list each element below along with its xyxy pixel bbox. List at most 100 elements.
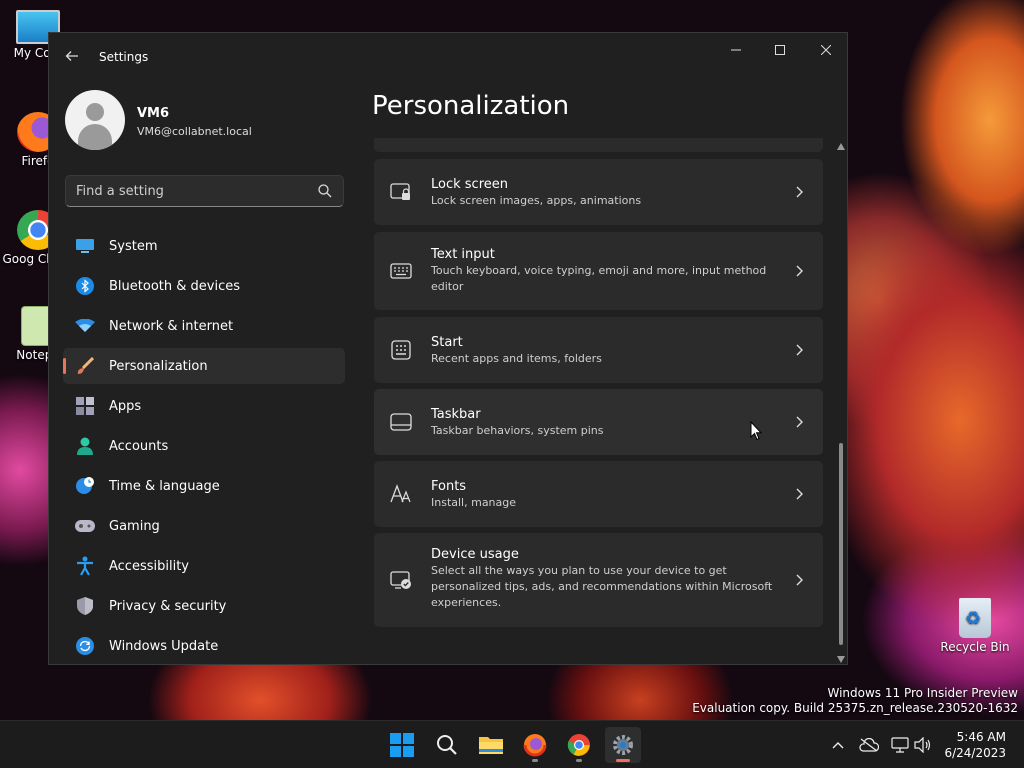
sidebar-item-accessibility[interactable]: Accessibility: [63, 548, 345, 584]
avatar-head: [86, 103, 104, 121]
sidebar-item-personalization[interactable]: Personalization: [63, 348, 345, 384]
sidebar-item-label: Network & internet: [109, 318, 234, 334]
taskbar-firefox[interactable]: [517, 727, 553, 763]
clock-date: 6/24/2023: [944, 746, 1006, 760]
minimize-button[interactable]: [713, 33, 759, 67]
card-title: Device usage: [431, 547, 519, 562]
sidebar-item-gaming[interactable]: Gaming: [63, 508, 345, 544]
chrome-icon: [567, 734, 590, 756]
start-menu-icon: [390, 339, 412, 361]
sidebar-item-label: Accounts: [109, 438, 169, 454]
windows-watermark: Windows 11 Pro Insider Preview Evaluatio…: [692, 686, 1018, 716]
settings-card-device-usage[interactable]: Device usage Select all the ways you plan…: [374, 533, 823, 627]
taskbar-search-button[interactable]: [429, 727, 465, 763]
gamepad-icon: [75, 516, 95, 536]
sidebar-item-label: Windows Update: [109, 638, 219, 654]
brush-icon: [75, 356, 95, 376]
shield-icon: [75, 596, 95, 616]
desktop-icon-recycle-bin[interactable]: ♻ Recycle Bin: [937, 598, 1013, 654]
sidebar-item-accounts[interactable]: Accounts: [63, 428, 345, 464]
sidebar-item-apps[interactable]: Apps: [63, 388, 345, 424]
search-box[interactable]: [65, 175, 344, 207]
monitor-icon: [75, 236, 95, 256]
volume-tray-icon[interactable]: [913, 735, 933, 755]
sidebar-item-label: Privacy & security: [109, 598, 227, 614]
taskbar-icon: [390, 411, 412, 433]
search-icon[interactable]: [317, 183, 333, 199]
recycle-bin-icon: ♻: [959, 598, 991, 638]
sidebar-item-label: Time & language: [109, 478, 220, 494]
globe-clock-icon: [75, 476, 95, 496]
show-hidden-icons-button[interactable]: [828, 735, 848, 755]
sidebar-item-label: Accessibility: [109, 558, 189, 574]
search-icon: [437, 735, 457, 755]
accessibility-icon: [75, 556, 95, 576]
update-icon: [75, 636, 95, 656]
minimize-icon: [731, 49, 741, 51]
account-email: VM6@collabnet.local: [137, 125, 252, 138]
card-description: Taskbar behaviors, system pins: [431, 424, 604, 437]
sidebar-item-label: Bluetooth & devices: [109, 278, 240, 294]
close-button[interactable]: [803, 33, 847, 67]
taskbar-settings[interactable]: [605, 727, 641, 763]
sidebar-item-network[interactable]: Network & internet: [63, 308, 345, 344]
sidebar-item-bluetooth[interactable]: Bluetooth & devices: [63, 268, 345, 304]
mouse-pointer-icon: [750, 421, 762, 441]
keyboard-icon: [390, 260, 412, 282]
sidebar-item-time-language[interactable]: Time & language: [63, 468, 345, 504]
card-title: Start: [431, 335, 463, 350]
system-clock[interactable]: 5:46 AM 6/24/2023: [944, 729, 1006, 761]
search-input[interactable]: [76, 182, 306, 200]
sidebar-item-windows-update[interactable]: Windows Update: [63, 628, 345, 664]
scrollbar-thumb[interactable]: [839, 443, 843, 645]
scroll-up-arrow-icon[interactable]: [837, 143, 845, 150]
chevron-right-icon: [796, 488, 803, 500]
back-button[interactable]: [61, 47, 83, 69]
back-arrow-icon: [65, 51, 78, 61]
person-icon: [75, 436, 95, 456]
sidebar-item-privacy-security[interactable]: Privacy & security: [63, 588, 345, 624]
scroll-down-arrow-icon[interactable]: [837, 656, 845, 663]
avatar[interactable]: [65, 90, 125, 150]
chevron-right-icon: [796, 416, 803, 428]
watermark-build: Evaluation copy. Build 25375.zn_release.…: [692, 701, 1018, 715]
running-indicator: [532, 759, 538, 762]
card-title: Taskbar: [431, 407, 481, 422]
settings-card-partial[interactable]: [374, 138, 823, 152]
fonts-icon: [390, 483, 412, 505]
onedrive-tray-icon[interactable]: [859, 735, 879, 755]
sidebar-nav: System Bluetooth & devices Network & int…: [63, 228, 345, 664]
desktop-icon-label: Recycle Bin: [940, 640, 1010, 654]
settings-card-lock-screen[interactable]: Lock screen Lock screen images, apps, ani…: [374, 159, 823, 225]
chevron-right-icon: [796, 265, 803, 277]
chevron-right-icon: [796, 574, 803, 586]
page-title: Personalization: [372, 91, 570, 121]
settings-card-fonts[interactable]: Fonts Install, manage: [374, 461, 823, 527]
windows-logo-icon: [390, 733, 414, 757]
chevron-up-icon: [832, 742, 844, 749]
title-bar[interactable]: Settings: [49, 33, 847, 81]
window-title: Settings: [99, 50, 149, 64]
taskbar-file-explorer[interactable]: [473, 727, 509, 763]
gear-icon: [613, 735, 633, 755]
close-icon: [821, 45, 831, 55]
taskbar-chrome[interactable]: [561, 727, 597, 763]
speaker-icon: [914, 737, 931, 753]
settings-card-text-input[interactable]: Text input Touch keyboard, voice typing, …: [374, 232, 823, 310]
recycle-symbol-icon: ♻: [965, 608, 982, 629]
avatar-body: [78, 124, 112, 150]
bluetooth-icon: [75, 276, 95, 296]
card-description: Recent apps and items, folders: [431, 352, 602, 365]
running-indicator: [576, 759, 582, 762]
maximize-button[interactable]: [757, 33, 803, 67]
network-tray-icon[interactable]: [890, 735, 910, 755]
sidebar-item-system[interactable]: System: [63, 228, 345, 264]
content-scrollbar[interactable]: [837, 143, 845, 663]
card-description: Select all the ways you plan to use your…: [431, 564, 773, 609]
start-button[interactable]: [384, 727, 420, 763]
account-name: VM6: [137, 106, 170, 121]
firefox-icon: [523, 734, 547, 757]
clock-time: 5:46 AM: [956, 730, 1006, 744]
settings-card-start[interactable]: Start Recent apps and items, folders: [374, 317, 823, 383]
settings-list: Lock screen Lock screen images, apps, ani…: [374, 138, 825, 663]
